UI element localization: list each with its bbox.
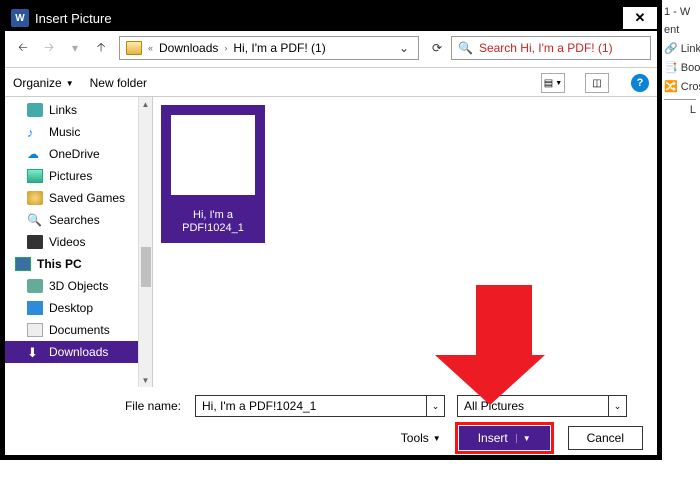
folder-icon — [126, 41, 142, 55]
refresh-button[interactable]: ⟳ — [425, 36, 449, 60]
searches-icon: 🔍 — [27, 213, 43, 227]
search-input[interactable]: 🔍 Search Hi, I'm a PDF! (1) — [451, 36, 651, 60]
highlight-annotation: Insert ▼ — [455, 422, 554, 454]
help-button[interactable]: ? — [631, 74, 649, 92]
tree-item-3d-objects[interactable]: 3D Objects — [5, 275, 152, 297]
new-folder-button[interactable]: New folder — [90, 76, 147, 90]
breadcrumb-downloads[interactable]: Downloads — [155, 41, 222, 55]
chevron-right-icon[interactable]: › — [222, 43, 229, 53]
3d-objects-icon — [27, 279, 43, 293]
this-pc-icon — [15, 257, 31, 271]
pictures-icon — [27, 169, 43, 183]
tree-item-pictures[interactable]: Pictures — [5, 165, 152, 187]
organize-menu[interactable]: Organize ▼ — [13, 76, 74, 90]
breadcrumb-overflow[interactable]: « — [146, 43, 155, 53]
scroll-thumb[interactable] — [141, 247, 151, 287]
saved-games-icon — [27, 191, 43, 205]
tree-item-links[interactable]: Links — [5, 99, 152, 121]
music-icon: ♪ — [27, 125, 43, 139]
tree-item-downloads[interactable]: ⬇Downloads — [5, 341, 152, 363]
thumbnail-preview — [161, 105, 265, 205]
close-button[interactable]: ✕ — [623, 7, 657, 29]
toolbar: Organize ▼ New folder ▤ ▼ ◫ ? — [5, 70, 657, 96]
cancel-button[interactable]: Cancel — [568, 426, 643, 450]
search-placeholder: Search Hi, I'm a PDF! (1) — [479, 41, 613, 55]
word-icon: W — [11, 9, 29, 27]
scroll-down-icon[interactable]: ▼ — [139, 373, 152, 387]
view-options-button[interactable]: ▤ ▼ — [541, 73, 565, 93]
tree-item-onedrive[interactable]: ☁OneDrive — [5, 143, 152, 165]
search-icon: 🔍 — [458, 41, 473, 55]
onedrive-icon: ☁ — [27, 147, 43, 161]
nav-tree: Links ♪Music ☁OneDrive Pictures Saved Ga… — [5, 97, 153, 387]
nav-row: 🡠 🡢 ▾ 🡡 « Downloads › Hi, I'm a PDF! (1)… — [5, 31, 657, 65]
tree-item-searches[interactable]: 🔍Searches — [5, 209, 152, 231]
chevron-down-icon: ▼ — [433, 434, 441, 443]
file-thumbnail[interactable]: Hi, I'm a PDF!1024_1 — [161, 105, 265, 243]
address-bar[interactable]: « Downloads › Hi, I'm a PDF! (1) ⌄ — [119, 36, 419, 60]
tree-scrollbar[interactable]: ▲ ▼ — [138, 97, 152, 387]
breadcrumb-current[interactable]: Hi, I'm a PDF! (1) — [229, 41, 329, 55]
insert-split-dropdown[interactable]: ▼ — [516, 434, 531, 443]
background-ribbon-fragment: 1 - W ent 🔗 Link 📑 Book 🔀 Cross L — [660, 0, 700, 501]
forward-button[interactable]: 🡢 — [37, 36, 61, 60]
tree-item-saved-games[interactable]: Saved Games — [5, 187, 152, 209]
filename-label: File name: — [19, 399, 189, 413]
filename-input[interactable]: Hi, I'm a PDF!1024_1 ⌄ — [195, 395, 445, 417]
recent-locations-button[interactable]: ▾ — [63, 36, 87, 60]
filter-dropdown-button[interactable]: ⌄ — [608, 396, 626, 416]
preview-pane-button[interactable]: ◫ — [585, 73, 609, 93]
chevron-down-icon: ▼ — [66, 79, 74, 88]
title-bar: W Insert Picture ✕ — [5, 5, 657, 31]
back-button[interactable]: 🡠 — [11, 36, 35, 60]
filename-dropdown-button[interactable]: ⌄ — [426, 396, 444, 416]
tree-item-desktop[interactable]: Desktop — [5, 297, 152, 319]
insert-picture-dialog: W Insert Picture ✕ 🡠 🡢 ▾ 🡡 « Downloads ›… — [0, 0, 662, 460]
tree-item-music[interactable]: ♪Music — [5, 121, 152, 143]
videos-icon — [27, 235, 43, 249]
download-icon: ⬇ — [27, 345, 43, 359]
documents-icon — [27, 323, 43, 337]
tree-item-this-pc[interactable]: This PC — [5, 253, 152, 275]
up-button[interactable]: 🡡 — [89, 36, 113, 60]
link-icon — [27, 103, 43, 117]
dialog-footer: File name: Hi, I'm a PDF!1024_1 ⌄ All Pi… — [5, 387, 657, 459]
address-dropdown-button[interactable]: ⌄ — [392, 36, 416, 60]
tools-menu[interactable]: Tools ▼ — [401, 431, 441, 445]
scroll-up-icon[interactable]: ▲ — [139, 97, 152, 111]
filetype-filter[interactable]: All Pictures ⌄ — [457, 395, 627, 417]
tree-item-videos[interactable]: Videos — [5, 231, 152, 253]
tree-item-documents[interactable]: Documents — [5, 319, 152, 341]
insert-button[interactable]: Insert ▼ — [459, 426, 550, 450]
desktop-icon — [27, 301, 43, 315]
thumbnail-label: Hi, I'm a PDF!1024_1 — [161, 205, 265, 243]
file-list[interactable]: Hi, I'm a PDF!1024_1 — [153, 97, 657, 387]
dialog-title: Insert Picture — [35, 11, 623, 26]
